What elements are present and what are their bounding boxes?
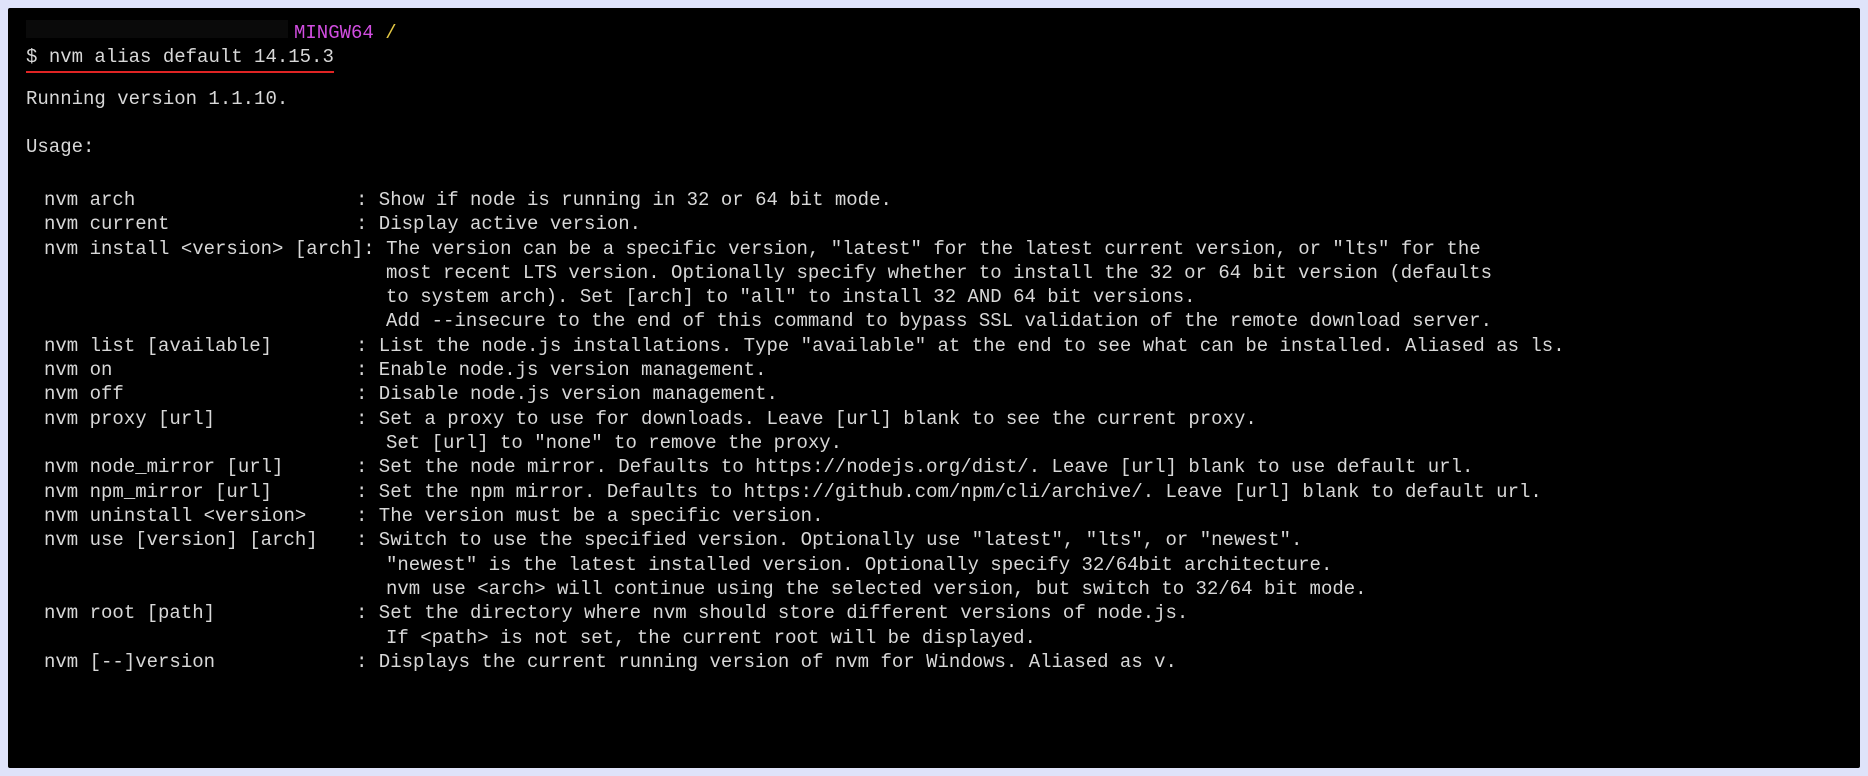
usage-command: nvm uninstall <version>	[44, 504, 356, 528]
usage-description: : Set the npm mirror. Defaults to https:…	[356, 480, 1542, 504]
usage-command: nvm on	[44, 358, 356, 382]
usage-description: : Set the directory where nvm should sto…	[356, 601, 1188, 625]
usage-command: nvm off	[44, 382, 356, 406]
usage-header: Usage:	[26, 135, 1842, 159]
usage-row: nvm current: Display active version.	[26, 212, 1842, 236]
command-line: $ nvm alias default 14.15.3	[26, 45, 1842, 72]
running-version-line: Running version 1.1.10.	[26, 87, 1842, 111]
usage-continuation: If <path> is not set, the current root w…	[26, 626, 1842, 650]
usage-row: nvm arch: Show if node is running in 32 …	[26, 188, 1842, 212]
usage-continuation: to system arch). Set [arch] to "all" to …	[26, 285, 1842, 309]
usage-row: nvm [--]version: Displays the current ru…	[26, 650, 1842, 674]
usage-row: nvm uninstall <version>: The version mus…	[26, 504, 1842, 528]
usage-row: nvm proxy [url]: Set a proxy to use for …	[26, 407, 1842, 431]
usage-description: : Enable node.js version management.	[356, 358, 766, 382]
usage-row: nvm use [version] [arch]: Switch to use …	[26, 528, 1842, 552]
usage-command: nvm use [version] [arch]	[44, 528, 356, 552]
typed-command: nvm alias default 14.15.3	[49, 46, 334, 68]
usage-row: nvm off: Disable node.js version managem…	[26, 382, 1842, 406]
usage-row: nvm install <version> [arch]: The versio…	[26, 237, 1842, 261]
usage-continuation: most recent LTS version. Optionally spec…	[26, 261, 1842, 285]
usage-continuation: nvm use <arch> will continue using the s…	[26, 577, 1842, 601]
prompt-line-userhost: MINGW64 /	[26, 20, 1842, 45]
usage-command: nvm node_mirror [url]	[44, 455, 356, 479]
usage-row: nvm on: Enable node.js version managemen…	[26, 358, 1842, 382]
usage-command: nvm root [path]	[44, 601, 356, 625]
usage-continuation: Set [url] to "none" to remove the proxy.	[26, 431, 1842, 455]
terminal-window[interactable]: MINGW64 / $ nvm alias default 14.15.3 Ru…	[8, 8, 1860, 768]
usage-description: : List the node.js installations. Type "…	[356, 334, 1565, 358]
usage-list: nvm arch: Show if node is running in 32 …	[26, 188, 1842, 674]
usage-continuation: "newest" is the latest installed version…	[26, 553, 1842, 577]
usage-command: nvm arch	[44, 188, 356, 212]
usage-command: nvm proxy [url]	[44, 407, 356, 431]
usage-description: : Show if node is running in 32 or 64 bi…	[356, 188, 892, 212]
usage-command: nvm npm_mirror [url]	[44, 480, 356, 504]
usage-row: nvm node_mirror [url]: Set the node mirr…	[26, 455, 1842, 479]
usage-description: : Set a proxy to use for downloads. Leav…	[356, 407, 1257, 431]
usage-row: nvm root [path]: Set the directory where…	[26, 601, 1842, 625]
prompt-symbol: $	[26, 46, 37, 68]
usage-command: nvm current	[44, 212, 356, 236]
usage-row: nvm npm_mirror [url]: Set the npm mirror…	[26, 480, 1842, 504]
usage-description: : Displays the current running version o…	[356, 650, 1177, 674]
usage-description: : Display active version.	[356, 212, 641, 236]
cwd-path: /	[385, 21, 396, 45]
shell-env-label: MINGW64	[294, 21, 374, 45]
usage-continuation: Add --insecure to the end of this comman…	[26, 309, 1842, 333]
user-host-redacted	[26, 20, 288, 38]
usage-description: : Switch to use the specified version. O…	[356, 528, 1302, 552]
usage-description: : Set the node mirror. Defaults to https…	[356, 455, 1473, 479]
usage-command: nvm [--]version	[44, 650, 356, 674]
usage-command: nvm list [available]	[44, 334, 356, 358]
usage-command: nvm install <version> [arch]	[44, 237, 363, 261]
output-block: Running version 1.1.10. Usage: nvm arch:…	[26, 87, 1842, 675]
usage-row: nvm list [available]: List the node.js i…	[26, 334, 1842, 358]
usage-description: : The version can be a specific version,…	[363, 237, 1480, 261]
usage-description: : Disable node.js version management.	[356, 382, 778, 406]
usage-description: : The version must be a specific version…	[356, 504, 823, 528]
